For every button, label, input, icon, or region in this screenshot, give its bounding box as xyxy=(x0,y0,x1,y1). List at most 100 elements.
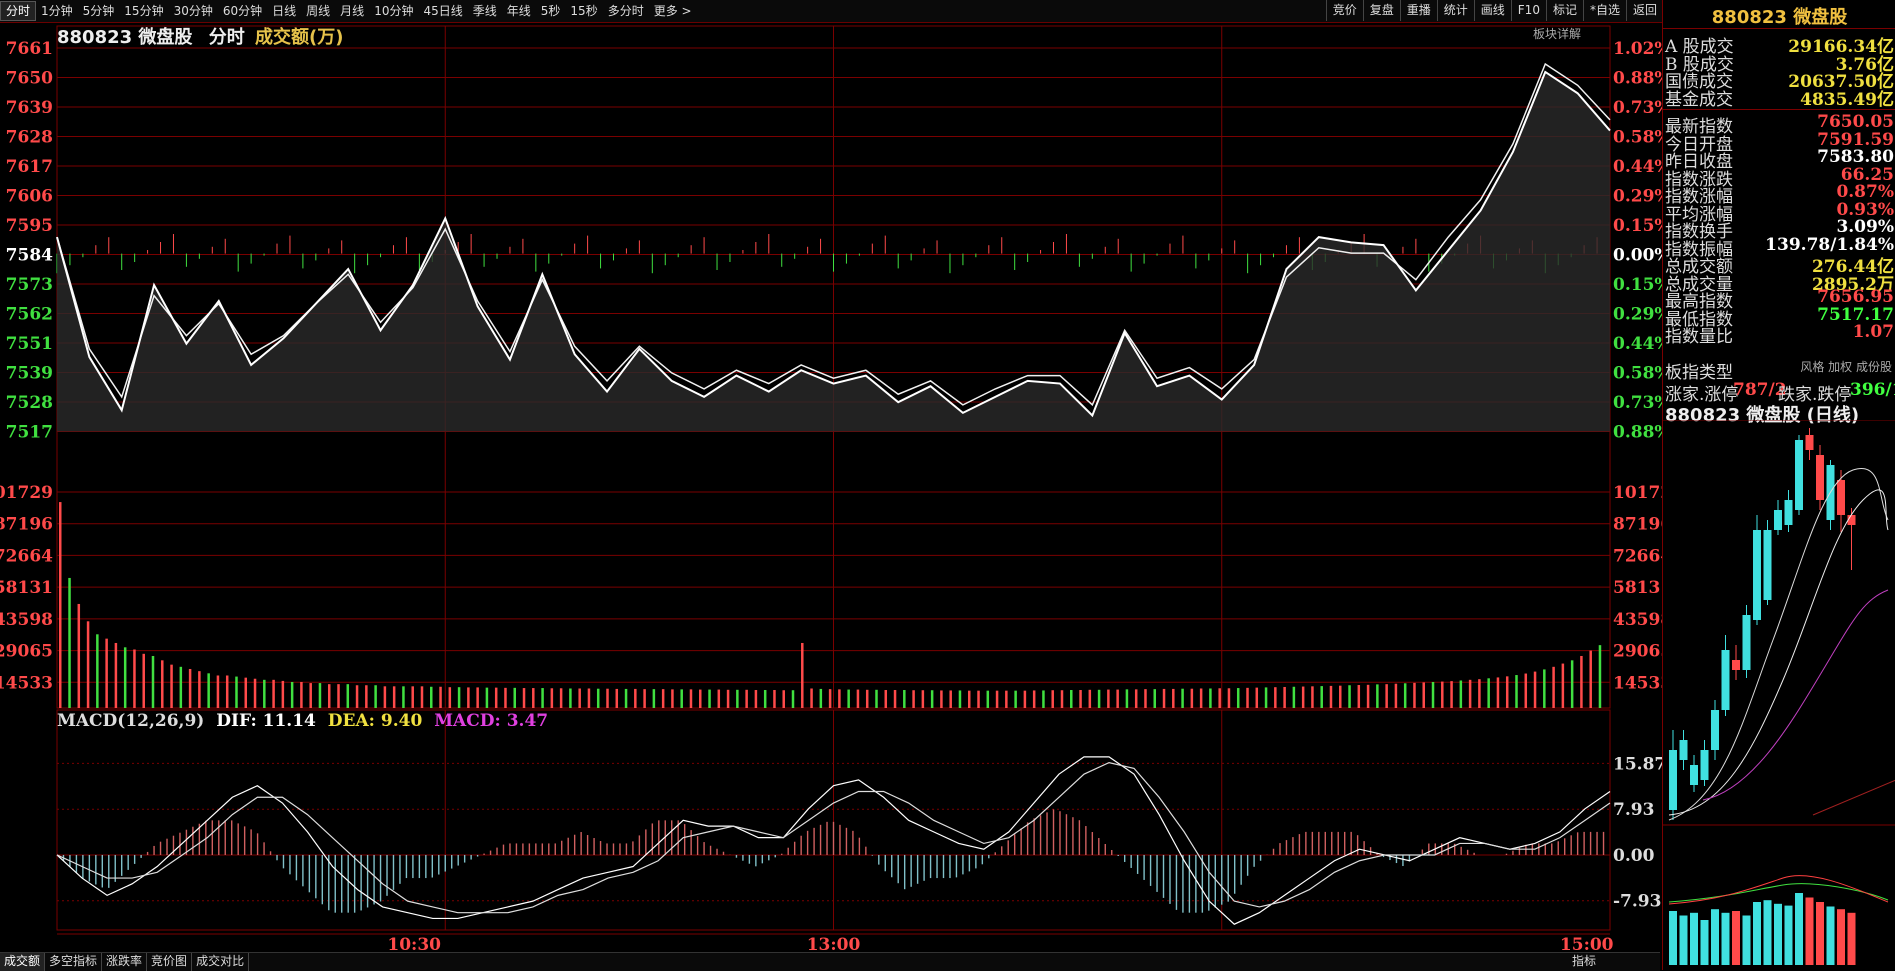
stat-value: 1.07 xyxy=(1852,322,1894,342)
pct-tick-right: 0.15% xyxy=(1613,275,1662,295)
volume-bar xyxy=(86,621,90,708)
stat-row: 昨日收盘 7583.80 xyxy=(1665,147,1894,172)
volume-bar xyxy=(244,677,248,708)
volume-bar xyxy=(940,690,943,708)
volume-bar xyxy=(903,690,906,708)
volume-bar xyxy=(1487,678,1490,708)
price-tick-left: 7617 xyxy=(6,157,53,177)
volume-bar xyxy=(290,681,294,708)
volume-bar xyxy=(634,688,637,708)
price-tick-left: 7517 xyxy=(6,423,53,443)
bottom-tab-4[interactable]: 成交对比 xyxy=(192,953,250,971)
volume-bar xyxy=(532,688,535,708)
volume-bar xyxy=(1070,690,1073,708)
volume-bar xyxy=(1450,681,1453,708)
volume-bar xyxy=(114,642,118,708)
volume-bar xyxy=(773,690,776,708)
volume-tick-left: 29065 xyxy=(0,642,53,662)
dif-label: DIF: 11.14 xyxy=(216,711,316,731)
volume-bar xyxy=(745,689,748,708)
volume-bar xyxy=(569,688,572,708)
indicator-button[interactable]: 指标 xyxy=(1572,952,1596,969)
intraday-chart[interactable]: 7661 1.02% 7650 0.88% 7639 0.73% 7628 0.58% 7617… xyxy=(0,0,1662,710)
volume-bar xyxy=(235,676,238,708)
stat-row: 基金成交 4835.49亿 xyxy=(1665,85,1894,110)
macd-tick: 15.87 xyxy=(1613,754,1662,774)
volume-bar xyxy=(1431,681,1435,708)
volume-tick-left: 43598 xyxy=(0,610,53,630)
volume-bar xyxy=(1478,679,1481,708)
volume-bar xyxy=(884,690,888,708)
volume-bar xyxy=(1515,675,1518,708)
daily-kline-chart[interactable] xyxy=(1663,420,1895,970)
daily-volume-bar xyxy=(1763,900,1772,965)
volume-bar xyxy=(300,681,303,708)
volume-bar xyxy=(995,690,999,708)
stat-label: 指数量比 xyxy=(1665,327,1733,347)
volume-tick-right: 101729 xyxy=(1613,483,1662,503)
bottom-tab-2[interactable]: 涨跌率 xyxy=(102,953,148,971)
volume-tick-left: 101729 xyxy=(0,483,53,503)
volume-bar xyxy=(1199,688,1203,708)
volume-bar xyxy=(1051,690,1054,708)
volume-bar xyxy=(374,685,377,708)
chart-title: 880823 微盘股 分时 成交额(万) xyxy=(57,23,343,49)
pct-tick-right: 0.15% xyxy=(1613,216,1662,236)
volume-bar xyxy=(485,687,489,708)
volume-bar xyxy=(365,685,368,708)
bottom-indicator-tabs: 成交额 多空指标 涨跌率 竞价图 成交对比 xyxy=(0,952,1660,971)
price-tick-left: 7595 xyxy=(6,216,53,236)
volume-bar xyxy=(318,683,322,708)
stat-row: A 股成交 29166.34亿 xyxy=(1665,32,1894,57)
volume-bar xyxy=(958,690,962,708)
volume-bar xyxy=(1422,682,1425,708)
volume-bar xyxy=(68,577,71,708)
volume-bar xyxy=(1153,689,1157,708)
stat-row: 今日开盘 7591.59 xyxy=(1665,130,1894,155)
volume-bar xyxy=(1079,690,1082,708)
stat-row: 平均涨幅 0.93% xyxy=(1665,200,1894,225)
volume-bar xyxy=(1339,685,1342,708)
volume-bar xyxy=(875,689,878,708)
volume-bar xyxy=(671,689,674,708)
candle-body xyxy=(1753,530,1761,620)
stat-value: 4835.49亿 xyxy=(1800,89,1894,110)
volume-bar xyxy=(578,688,581,708)
daily-volume-bar xyxy=(1774,903,1782,965)
volume-bar xyxy=(383,686,387,708)
price-tick-left: 7606 xyxy=(6,187,53,207)
pct-tick-right: 0.58% xyxy=(1613,128,1662,148)
pct-tick-right: 0.58% xyxy=(1613,364,1662,384)
bottom-tab-0[interactable]: 成交额 xyxy=(0,953,46,971)
bottom-tab-3[interactable]: 竞价图 xyxy=(147,953,193,971)
volume-bar xyxy=(411,686,414,708)
volume-bar xyxy=(1589,650,1592,708)
sector-detail-link[interactable]: 板块详解 xyxy=(1533,25,1581,42)
bottom-tab-1[interactable]: 多空指标 xyxy=(45,953,103,971)
candle-body xyxy=(1805,435,1814,450)
macd-title: MACD(12,26,9) DIF: 11.14 DEA: 9.40 MACD:… xyxy=(57,711,548,731)
volume-bar xyxy=(198,671,201,708)
volume-bar xyxy=(1134,689,1138,708)
price-tick-left: 7639 xyxy=(6,98,53,118)
volume-tick-right: 72664 xyxy=(1613,546,1662,566)
volume-bar xyxy=(893,690,897,708)
volume-bar xyxy=(1394,683,1398,708)
quote-panel: 880823 微盘股 A 股成交 29166.34亿 B 股成交 3.76亿 国债成交… xyxy=(1662,0,1895,970)
volume-bar xyxy=(1218,688,1221,708)
sector-tabs[interactable]: 风格 加权 成份股 xyxy=(1800,358,1892,375)
price-tick-left: 7573 xyxy=(6,275,53,295)
price-tick-left: 7628 xyxy=(6,128,53,148)
daily-volume-bar xyxy=(1753,902,1761,965)
candle-body xyxy=(1690,765,1698,785)
volume-bar xyxy=(1023,690,1027,708)
daily-volume-bar xyxy=(1690,912,1698,965)
volume-bar xyxy=(96,634,99,708)
volume-bar xyxy=(1125,689,1129,708)
volume-bar xyxy=(402,686,405,708)
volume-bar xyxy=(1320,686,1323,708)
volume-bar xyxy=(1468,679,1472,708)
stat-row: 指数涨幅 0.87% xyxy=(1665,182,1894,207)
daily-volume-bar xyxy=(1805,897,1814,965)
volume-bar xyxy=(253,678,257,708)
